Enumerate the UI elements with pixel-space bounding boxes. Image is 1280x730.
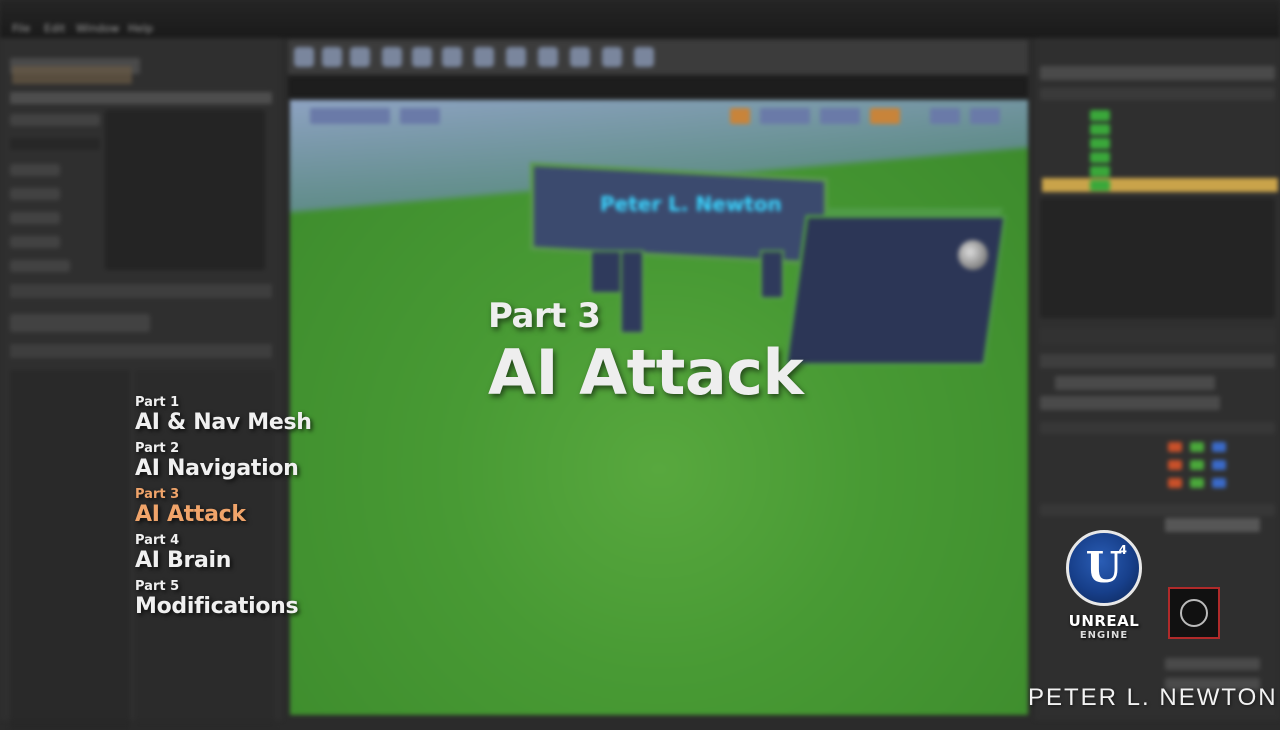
logo-letter: U <box>1085 543 1123 592</box>
matinee-icon[interactable] <box>474 47 494 67</box>
menu-file[interactable]: File <box>12 22 30 35</box>
build-icon[interactable] <box>506 47 526 67</box>
static-mesh-thumbnail[interactable] <box>1168 587 1220 639</box>
toc-item-part-1: Part 1 AI & Nav Mesh <box>135 396 312 436</box>
toc-part-number: Part 1 <box>135 395 180 410</box>
content-icon[interactable] <box>350 47 370 67</box>
viewport-tab-bar <box>288 76 1028 98</box>
sphere-mesh <box>958 240 988 270</box>
toc-part-name: Modifications <box>135 594 299 619</box>
logo-subtitle: ENGINE <box>1079 630 1129 641</box>
sign-text: Peter L. Newton <box>600 192 782 216</box>
toc-part-number: Part 3 <box>135 487 180 502</box>
unreal-engine-logo: U 4 UNREAL ENGINE <box>1052 530 1156 641</box>
part-title-block: Part 3 AI Attack <box>488 296 804 410</box>
blueprints-icon[interactable] <box>442 47 462 67</box>
toc-part-name: AI & Nav Mesh <box>135 410 312 435</box>
toc-part-number: Part 5 <box>135 579 180 594</box>
toc-item-part-4: Part 4 AI Brain <box>135 534 312 574</box>
turret-mesh <box>784 215 1007 366</box>
series-contents-list: Part 1 AI & Nav Mesh Part 2 AI Navigatio… <box>135 396 312 626</box>
save-icon[interactable] <box>294 47 314 67</box>
current-part-title: AI Attack <box>488 336 804 409</box>
source-control-icon[interactable] <box>322 47 342 67</box>
toc-part-name: AI Brain <box>135 548 232 573</box>
toc-item-part-5: Part 5 Modifications <box>135 580 312 620</box>
menu-edit[interactable]: Edit <box>44 22 65 35</box>
camera-icon[interactable] <box>634 47 654 67</box>
toc-part-number: Part 4 <box>135 533 180 548</box>
logo-name: UNREAL <box>1068 612 1140 630</box>
author-watermark: PETER L. NEWTON <box>1028 684 1278 711</box>
marketplace-icon[interactable] <box>382 47 402 67</box>
toc-part-name: AI Attack <box>135 502 246 527</box>
toc-item-part-3: Part 3 AI Attack <box>135 488 312 528</box>
play-icon[interactable] <box>538 47 558 67</box>
logo-version: 4 <box>1118 543 1127 557</box>
toc-part-name: AI Navigation <box>135 456 299 481</box>
settings-icon[interactable] <box>412 47 432 67</box>
menu-bar: File Edit Window Help <box>0 0 1280 38</box>
toc-item-part-2: Part 2 AI Navigation <box>135 442 312 482</box>
toc-part-number: Part 2 <box>135 441 180 456</box>
unreal-logo-mark: U 4 <box>1066 530 1142 606</box>
main-toolbar <box>288 40 1028 74</box>
launch-icon[interactable] <box>570 47 590 67</box>
menu-help[interactable]: Help <box>128 22 153 35</box>
target-icon <box>1180 599 1208 627</box>
menu-window[interactable]: Window <box>76 22 119 35</box>
selected-outliner-row[interactable] <box>1042 178 1278 192</box>
scale-icon[interactable] <box>602 47 622 67</box>
current-part-number: Part 3 <box>488 296 601 336</box>
